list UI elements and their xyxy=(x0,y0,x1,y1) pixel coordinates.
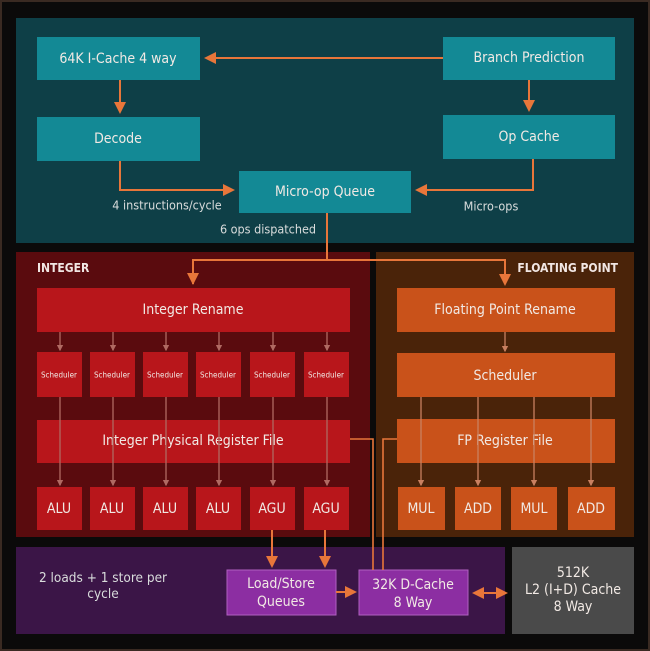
svg-text:Decode: Decode xyxy=(94,131,142,147)
fp-scheduler-block: Scheduler xyxy=(397,353,615,397)
integer-rename-block: Integer Rename xyxy=(37,288,350,332)
dcache-block: 32K D-Cache 8 Way xyxy=(358,569,469,616)
svg-text:64K I-Cache 4 way: 64K I-Cache 4 way xyxy=(59,51,177,67)
svg-text:ADD: ADD xyxy=(577,501,605,517)
svg-text:512K: 512K xyxy=(557,565,590,581)
svg-text:Scheduler: Scheduler xyxy=(94,371,130,380)
op-cache-block: Op Cache xyxy=(443,115,615,159)
svg-text:8 Way: 8 Way xyxy=(394,595,433,611)
svg-text:Load/Store: Load/Store xyxy=(247,576,315,592)
svg-text:Queues: Queues xyxy=(257,594,305,610)
svg-text:L2 (I+D) Cache: L2 (I+D) Cache xyxy=(525,582,621,598)
svg-text:AGU: AGU xyxy=(312,501,339,517)
svg-text:Scheduler: Scheduler xyxy=(254,371,290,380)
svg-text:ADD: ADD xyxy=(464,501,492,517)
svg-text:ALU: ALU xyxy=(47,501,71,517)
svg-text:Integer Physical Register File: Integer Physical Register File xyxy=(102,433,284,449)
decode-rate-label: 4 instructions/cycle xyxy=(112,198,222,213)
svg-text:32K D-Cache: 32K D-Cache xyxy=(372,577,454,593)
svg-text:Scheduler: Scheduler xyxy=(200,371,236,380)
l2-cache-block: 512KL2 (I+D) Cache8 Way xyxy=(512,547,634,634)
icache-block: 64K I-Cache 4 way xyxy=(37,37,200,80)
integer-title: INTEGER xyxy=(37,261,90,275)
svg-text:MUL: MUL xyxy=(407,501,434,517)
svg-text:ALU: ALU xyxy=(153,501,177,517)
integer-register-file-block: Integer Physical Register File xyxy=(37,420,350,463)
svg-text:Scheduler: Scheduler xyxy=(473,368,537,384)
branch-prediction-block: Branch Prediction xyxy=(443,37,615,80)
decode-block: Decode xyxy=(37,117,200,161)
svg-text:8 Way: 8 Way xyxy=(554,599,593,615)
micro-op-queue-block: Micro-op Queue xyxy=(239,171,411,213)
load-store-queues-block: Load/Store Queues xyxy=(226,569,337,616)
load-store-rate-label: 2 loads + 1 store per xyxy=(39,570,167,586)
svg-text:ALU: ALU xyxy=(206,501,230,517)
micro-ops-label: Micro-ops xyxy=(464,199,519,214)
svg-text:ALU: ALU xyxy=(100,501,124,517)
svg-text:FP Register File: FP Register File xyxy=(457,433,553,449)
fp-rename-block: Floating Point Rename xyxy=(397,288,615,332)
dispatch-label: 6 ops dispatched xyxy=(220,222,316,237)
svg-text:Micro-op Queue: Micro-op Queue xyxy=(275,184,375,200)
svg-text:Op Cache: Op Cache xyxy=(498,129,559,145)
svg-text:Scheduler: Scheduler xyxy=(147,371,183,380)
svg-text:Branch Prediction: Branch Prediction xyxy=(474,50,585,66)
svg-text:AGU: AGU xyxy=(258,501,285,517)
load-store-rate-label-2: cycle xyxy=(87,586,118,602)
svg-text:Integer Rename: Integer Rename xyxy=(143,302,244,318)
svg-text:MUL: MUL xyxy=(520,501,547,517)
fp-register-file-block: FP Register File xyxy=(397,419,615,463)
fp-title: FLOATING POINT xyxy=(517,261,618,275)
zen-core-diagram: 64K I-Cache 4 way Branch Prediction Deco… xyxy=(0,0,650,651)
svg-text:Floating Point Rename: Floating Point Rename xyxy=(434,302,576,318)
svg-text:Scheduler: Scheduler xyxy=(41,371,77,380)
svg-text:Scheduler: Scheduler xyxy=(308,371,344,380)
